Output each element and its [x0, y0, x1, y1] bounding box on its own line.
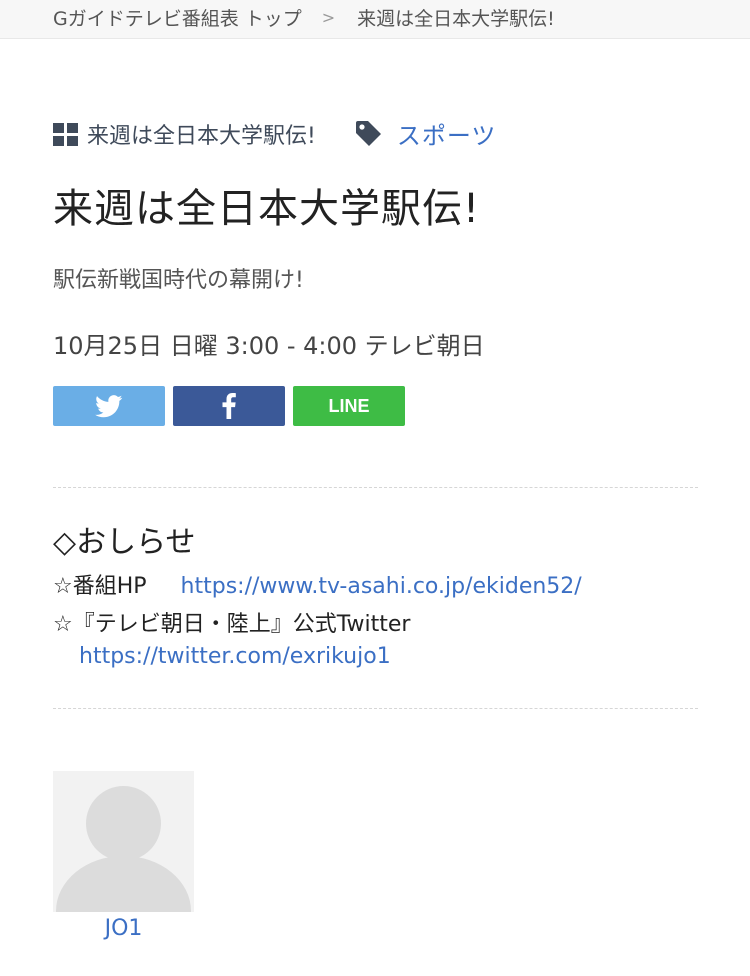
- grid-icon: [53, 122, 78, 146]
- notice-hp-label: ☆番組HP: [53, 574, 147, 599]
- facebook-share-button[interactable]: [173, 386, 285, 426]
- genre-link-sports[interactable]: スポーツ: [397, 116, 497, 151]
- divider: [53, 487, 698, 488]
- facebook-icon: [222, 393, 236, 419]
- page-title: 来週は全日本大学駅伝!: [53, 186, 481, 232]
- tag-icon: [355, 120, 381, 146]
- notice-hp-line: ☆番組HP https://www.tv-asahi.co.jp/ekiden52…: [53, 568, 582, 600]
- series-label: 来週は全日本大学駅伝!: [87, 123, 316, 149]
- avatar-head-shape: [86, 786, 161, 861]
- program-subtitle: 駅伝新戦国時代の幕開け!: [53, 268, 304, 293]
- category-row: 来週は全日本大学駅伝! スポーツ: [53, 116, 496, 151]
- notice-heading: ◇おしらせ: [53, 525, 196, 560]
- official-twitter-link[interactable]: https://twitter.com/exrikujo1: [79, 644, 391, 669]
- twitter-icon: [95, 394, 123, 417]
- top-bar: Gガイドテレビ番組表 トップ > 来週は全日本大学駅伝!: [0, 0, 750, 39]
- notice-twitter-line: https://twitter.com/exrikujo1: [79, 644, 391, 669]
- breadcrumb-separator: >: [321, 8, 336, 27]
- member-name-link[interactable]: JO1: [53, 916, 194, 941]
- breadcrumb-current: 来週は全日本大学駅伝!: [357, 8, 555, 30]
- breadcrumb-home-link[interactable]: Gガイドテレビ番組表 トップ: [53, 4, 302, 31]
- avatar-body-shape: [56, 856, 191, 912]
- avatar[interactable]: [53, 771, 194, 912]
- program-hp-link[interactable]: https://www.tv-asahi.co.jp/ekiden52/: [181, 574, 582, 599]
- divider: [53, 708, 698, 709]
- line-share-button[interactable]: LINE: [293, 386, 405, 426]
- twitter-share-button[interactable]: [53, 386, 165, 426]
- notice-twitter-label: ☆『テレビ朝日・陸上』公式Twitter: [53, 612, 411, 637]
- breadcrumb: Gガイドテレビ番組表 トップ > 来週は全日本大学駅伝!: [53, 4, 555, 31]
- broadcast-schedule: 10月25日 日曜 3:00 - 4:00 テレビ朝日: [53, 332, 485, 360]
